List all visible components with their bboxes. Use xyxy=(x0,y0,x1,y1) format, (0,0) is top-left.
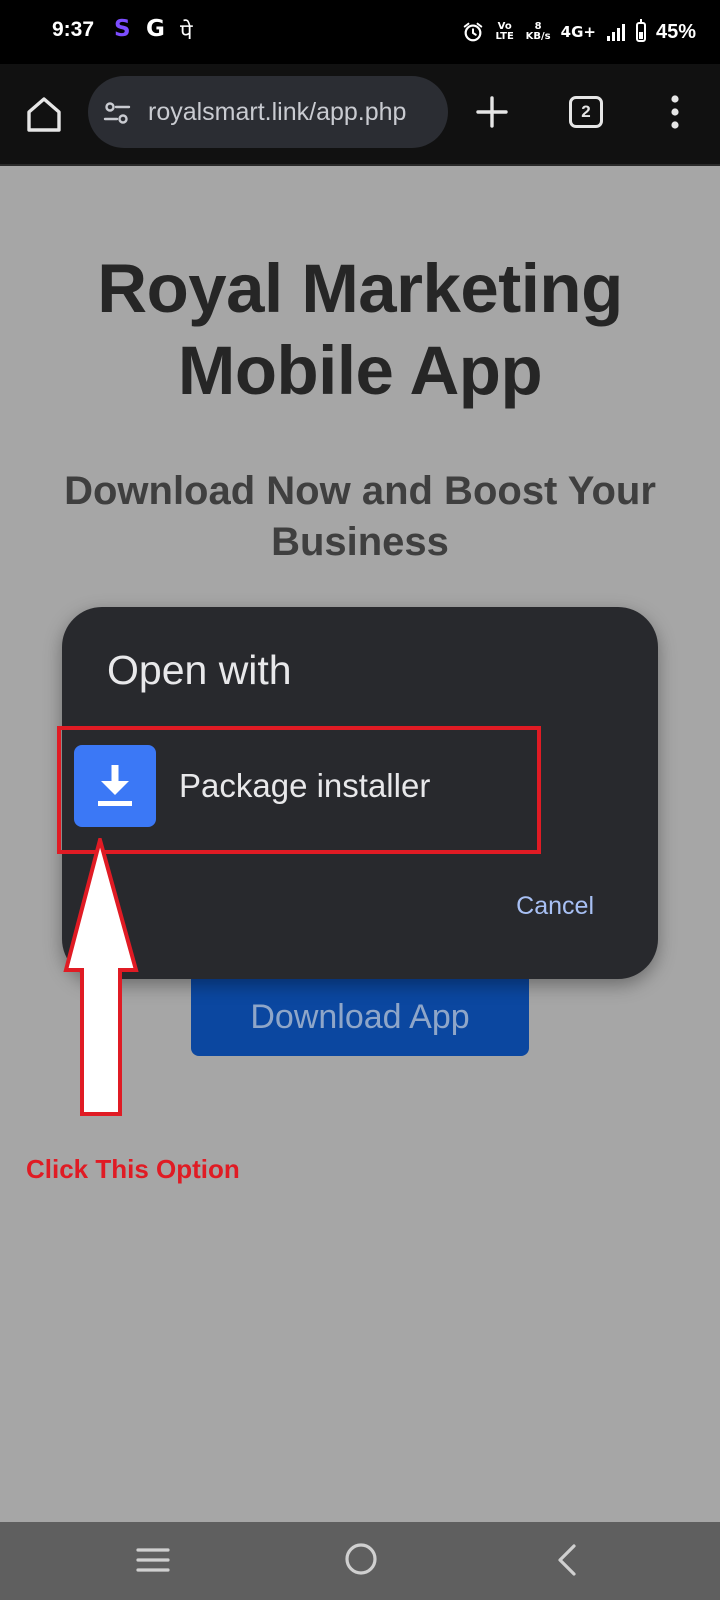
app-s-icon: S xyxy=(114,16,131,42)
page-title: Royal Marketing Mobile App xyxy=(0,248,720,412)
new-tab-icon[interactable] xyxy=(472,92,512,132)
site-settings-icon[interactable] xyxy=(102,98,132,128)
dialog-title: Open with xyxy=(107,647,292,693)
back-icon[interactable] xyxy=(552,1540,582,1580)
highlight-box xyxy=(57,726,541,854)
cancel-button[interactable]: Cancel xyxy=(516,892,594,921)
alarm-icon xyxy=(463,22,482,42)
address-bar[interactable]: royalsmart.link/app.php xyxy=(88,76,448,148)
home-nav-icon[interactable] xyxy=(342,1540,380,1578)
page-subtitle: Download Now and Boost Your Business xyxy=(64,469,656,564)
status-indicators: Vo LTE 8 KB/s 4G+ 45% xyxy=(462,14,696,50)
phonepe-icon: पे xyxy=(180,20,193,45)
recents-icon[interactable] xyxy=(135,1542,171,1578)
status-time: 9:37 xyxy=(52,18,95,41)
page-title-line2: Mobile App xyxy=(177,332,543,409)
signal-icon xyxy=(606,24,625,41)
speed-unit: KB/s xyxy=(525,31,551,42)
more-options-icon[interactable] xyxy=(660,92,690,132)
navigation-bar xyxy=(0,1522,720,1600)
network-type: 4G+ xyxy=(560,23,596,41)
home-icon[interactable] xyxy=(20,90,68,138)
battery-percent: 45% xyxy=(655,20,696,43)
phone-screen: 9:37 S G पे Vo LTE 8 KB/s 4G+ 45% royals… xyxy=(0,0,720,1600)
page-title-line1: Royal Marketing xyxy=(97,250,623,327)
data-speed: 8 KB/s xyxy=(526,22,551,42)
url-text[interactable]: royalsmart.link/app.php xyxy=(148,98,406,127)
volte-indicator: Vo LTE xyxy=(495,21,514,42)
browser-toolbar: royalsmart.link/app.php 2 xyxy=(0,64,720,166)
annotation-text: Click This Option xyxy=(26,1154,240,1184)
up-arrow-icon xyxy=(63,838,139,1116)
tab-switcher-button[interactable]: 2 xyxy=(569,96,603,128)
status-bar: 9:37 S G पे Vo LTE 8 KB/s 4G+ 45% xyxy=(0,0,720,64)
battery-icon xyxy=(635,19,646,42)
google-icon: G xyxy=(146,16,165,42)
